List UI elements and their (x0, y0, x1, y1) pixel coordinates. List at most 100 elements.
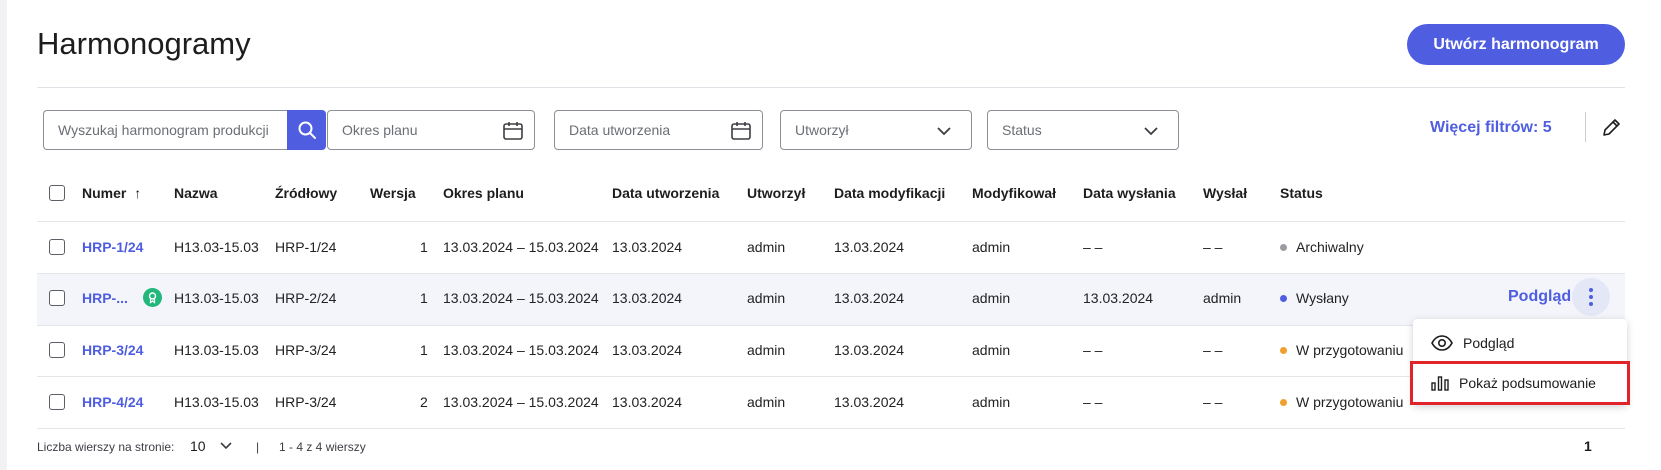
cell-modyfikowal: admin (972, 290, 1011, 306)
rows-per-page-label: Liczba wierszy na stronie: (37, 440, 175, 454)
status-dot (1280, 295, 1287, 302)
calendar-icon (503, 122, 523, 140)
row-context-menu: Podgląd Pokaż podsumowanie (1410, 319, 1630, 405)
cell-data-wyslania: 13.03.2024 (1083, 290, 1154, 306)
column-header-status[interactable]: Status (1280, 185, 1323, 201)
column-header-data-utworzenia[interactable]: Data utworzenia (612, 185, 719, 201)
pencil-icon[interactable] (1600, 117, 1622, 139)
eye-icon (1431, 335, 1453, 351)
cell-data-wyslania: – – (1083, 239, 1103, 255)
cell-zrodlowy: HRP-2/24 (275, 290, 337, 306)
plan-period-filter[interactable]: Okres planu (327, 110, 535, 150)
row-checkbox[interactable] (49, 290, 65, 306)
status-badge: W przygotowaniu (1280, 394, 1403, 410)
cell-zrodlowy: HRP-3/24 (275, 394, 337, 410)
status-badge: Archiwalny (1280, 239, 1364, 255)
status-select[interactable]: Status (987, 110, 1179, 150)
cell-okres: 13.03.2024 – 15.03.2024 (443, 239, 599, 255)
header-divider (37, 87, 1625, 88)
create-schedule-button[interactable]: Utwórz harmonogram (1407, 24, 1625, 65)
cell-okres: 13.03.2024 – 15.03.2024 (443, 290, 599, 306)
search-button[interactable] (287, 110, 326, 150)
cell-data-modyfikacji: 13.03.2024 (834, 239, 905, 255)
sort-asc-icon: ↑ (134, 185, 142, 201)
select-all-checkbox[interactable] (49, 185, 65, 201)
cell-wyslal: – – (1203, 394, 1223, 410)
cell-nazwa: H13.03-15.03 (174, 394, 259, 410)
row-divider (37, 428, 1625, 429)
search-icon (298, 121, 316, 139)
kebab-dot (1589, 302, 1593, 306)
calendar-icon (731, 122, 751, 140)
column-header-zrodlowy[interactable]: Źródłowy (275, 185, 337, 201)
status-dot (1280, 347, 1287, 354)
row-checkbox[interactable] (49, 239, 65, 255)
cell-modyfikowal: admin (972, 342, 1011, 358)
chevron-down-icon (1144, 127, 1158, 136)
column-header-data-wyslania[interactable]: Data wysłania (1083, 185, 1176, 201)
created-date-filter[interactable]: Data utworzenia (554, 110, 763, 150)
cell-wersja: 1 (420, 342, 428, 358)
status-badge: W przygotowaniu (1280, 342, 1403, 358)
rows-per-page-value[interactable]: 10 (190, 438, 206, 454)
cell-data-modyfikacji: 13.03.2024 (834, 290, 905, 306)
column-header-nazwa[interactable]: Nazwa (174, 185, 218, 201)
row-divider (37, 273, 1625, 274)
cell-data-wyslania: – – (1083, 394, 1103, 410)
more-filters-link[interactable]: Więcej filtrów: 5 (1430, 119, 1552, 137)
menu-item-preview[interactable]: Podgląd (1413, 324, 1627, 362)
cell-okres: 13.03.2024 – 15.03.2024 (443, 394, 599, 410)
schedule-number-link[interactable]: HRP-1/24 (82, 239, 143, 255)
chevron-down-icon[interactable] (219, 441, 233, 451)
cell-nazwa: H13.03-15.03 (174, 290, 259, 306)
row-divider (37, 221, 1625, 222)
cell-data-utworzenia: 13.03.2024 (612, 290, 683, 306)
cell-okres: 13.03.2024 – 15.03.2024 (443, 342, 599, 358)
cell-nazwa: H13.03-15.03 (174, 239, 259, 255)
cell-modyfikowal: admin (972, 239, 1011, 255)
cell-wersja: 1 (420, 290, 428, 306)
schedule-number-link[interactable]: HRP-4/24 (82, 394, 143, 410)
cell-zrodlowy: HRP-1/24 (275, 239, 337, 255)
more-options-button[interactable] (1572, 278, 1610, 316)
cell-wersja: 2 (420, 394, 428, 410)
award-icon (143, 288, 162, 307)
cell-wyslal: – – (1203, 342, 1223, 358)
cell-modyfikowal: admin (972, 394, 1011, 410)
left-edge (0, 0, 7, 470)
cell-utworzyl: admin (747, 290, 786, 306)
footer-separator: | (256, 440, 260, 454)
column-header-wyslal[interactable]: Wysłał (1203, 185, 1247, 201)
row-checkbox[interactable] (49, 342, 65, 358)
chevron-down-icon (937, 127, 951, 136)
row-checkbox[interactable] (49, 394, 65, 410)
column-header-data-modyfikacji[interactable]: Data modyfikacji (834, 185, 945, 201)
search-box (43, 110, 326, 150)
column-header-okres[interactable]: Okres planu (443, 185, 524, 201)
bar-chart-icon (1431, 376, 1449, 391)
cell-wyslal: – – (1203, 239, 1223, 255)
row-divider (37, 376, 1625, 377)
status-badge: Wysłany (1280, 290, 1349, 306)
cell-nazwa: H13.03-15.03 (174, 342, 259, 358)
menu-item-label: Podgląd (1463, 335, 1515, 351)
column-header-numer[interactable]: Numer ↑ (82, 185, 141, 201)
menu-item-label: Pokaż podsumowanie (1459, 375, 1596, 391)
column-header-utworzyl[interactable]: Utworzył (747, 185, 805, 201)
created-date-label: Data utworzenia (569, 122, 671, 138)
column-header-modyfikowal[interactable]: Modyfikował (972, 185, 1056, 201)
cell-utworzyl: admin (747, 239, 786, 255)
column-header-wersja[interactable]: Wersja (370, 185, 416, 201)
schedule-number-link[interactable]: HRP-3/24 (82, 342, 143, 358)
cell-utworzyl: admin (747, 342, 786, 358)
created-by-label: Utworzył (795, 122, 849, 138)
cell-data-utworzenia: 13.03.2024 (612, 394, 683, 410)
search-input[interactable] (43, 110, 287, 150)
created-by-select[interactable]: Utworzył (780, 110, 972, 150)
status-dot (1280, 399, 1287, 406)
menu-item-show-summary[interactable]: Pokaż podsumowanie (1410, 361, 1630, 405)
kebab-dot (1589, 288, 1593, 292)
schedule-number-link[interactable]: HRP-... (82, 290, 128, 306)
page-number[interactable]: 1 (1584, 438, 1592, 454)
preview-link[interactable]: Podgląd (1508, 288, 1571, 306)
